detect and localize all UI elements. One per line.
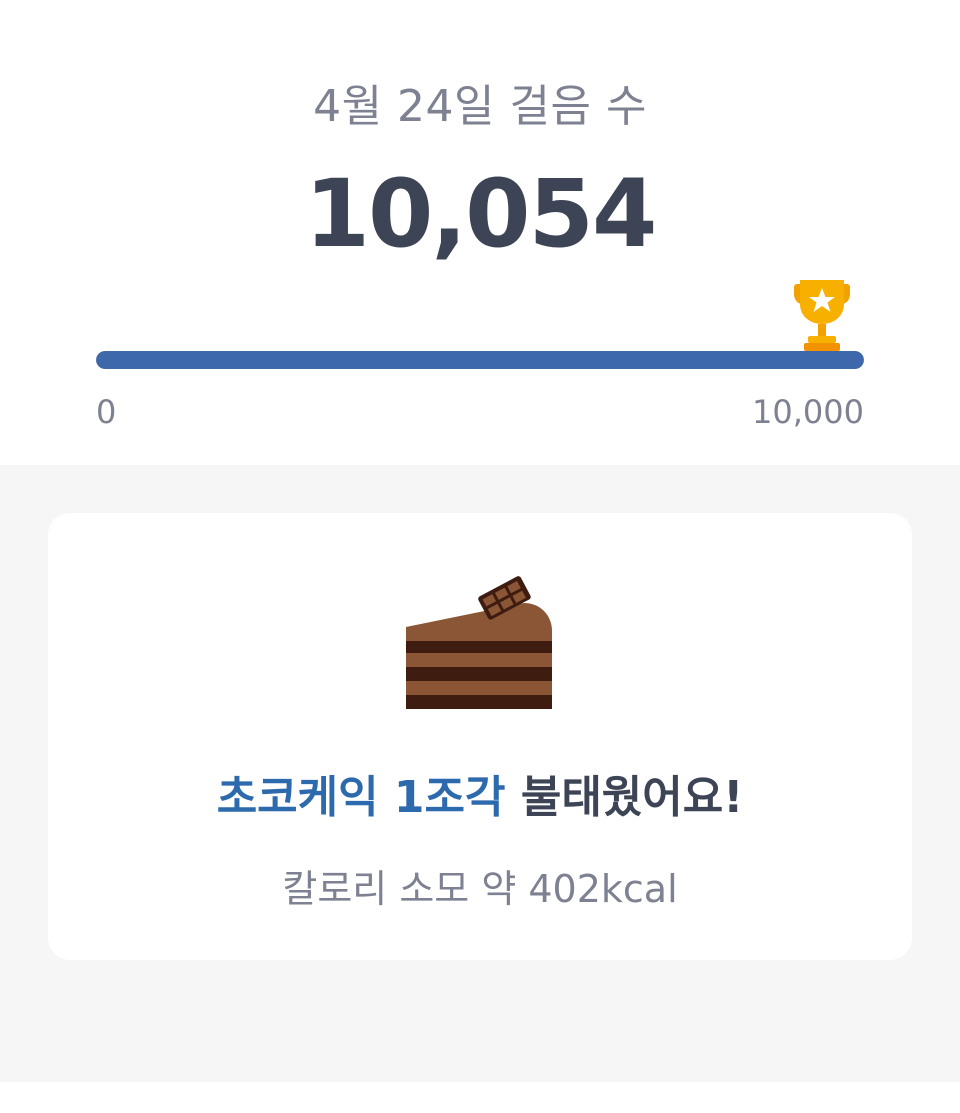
- step-count: 10,054: [304, 160, 658, 269]
- chocolate-cake-icon: [406, 576, 552, 709]
- burned-food-headline: 초코케익 1조각 불태웠어요!: [48, 761, 912, 825]
- burned-suffix-text: 불태웠어요!: [505, 772, 744, 823]
- steps-summary: 4월 24일 걸음 수 10,054 0 10,000: [0, 0, 960, 465]
- food-amount-text: 초코케익 1조각: [216, 772, 506, 823]
- date-title: 4월 24일 걸음 수: [313, 81, 647, 132]
- steps-progress-bar: [96, 351, 864, 369]
- calorie-card: 초코케익 1조각 불태웠어요! 칼로리 소모 약 402kcal: [48, 513, 912, 960]
- progress-max-label: 10,000: [752, 393, 864, 431]
- reward-section: 초코케익 1조각 불태웠어요! 칼로리 소모 약 402kcal: [0, 465, 960, 1082]
- progress-min-label: 0: [96, 393, 117, 431]
- steps-progress-fill: [96, 351, 864, 369]
- trophy-icon: [794, 280, 850, 351]
- calorie-burned-text: 칼로리 소모 약 402kcal: [282, 867, 678, 911]
